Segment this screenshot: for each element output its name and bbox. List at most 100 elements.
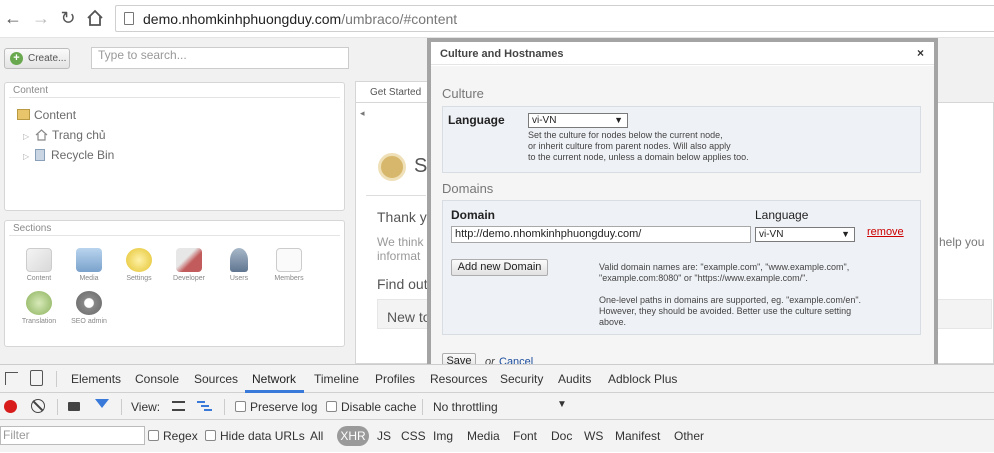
filter-xhr[interactable]: XHR bbox=[337, 426, 369, 446]
hint-line: to the current node, unless a domain bel… bbox=[528, 152, 749, 162]
scroll-left-icon[interactable]: ◂ bbox=[360, 108, 365, 119]
tree-label: Content bbox=[34, 108, 77, 122]
section-label: Settings bbox=[126, 275, 152, 282]
close-icon[interactable]: × bbox=[917, 46, 924, 60]
filter-other[interactable]: Other bbox=[674, 429, 704, 443]
tree-item-trang-chu[interactable]: ▷ Trang chủ bbox=[23, 128, 106, 142]
filter-js[interactable]: JS bbox=[377, 429, 391, 443]
tree-item-recycle-bin[interactable]: ▷ Recycle Bin bbox=[23, 148, 114, 162]
content-tree-panel: Content Content ▷ Trang chủ ▷ Recycle Bin bbox=[4, 82, 345, 211]
hide-data-urls-checkbox[interactable] bbox=[205, 430, 216, 441]
disable-cache-checkbox[interactable] bbox=[326, 401, 337, 412]
network-filterbar: Filter Regex Hide data URLs All XHR JS C… bbox=[0, 420, 994, 453]
search-input[interactable]: Type to search... bbox=[91, 47, 349, 69]
tab-profiles[interactable]: Profiles bbox=[375, 372, 415, 386]
culture-fieldset: Language vi-VN ▼ Set the culture for nod… bbox=[442, 106, 921, 173]
expand-arrow-icon[interactable]: ▷ bbox=[23, 152, 31, 161]
hint-line: One-level paths in domains are supported… bbox=[599, 295, 862, 305]
tab-resources[interactable]: Resources bbox=[430, 372, 487, 386]
domains-heading: Domains bbox=[442, 181, 494, 196]
domain-hint: Valid domain names are: "example.com", "… bbox=[599, 262, 861, 328]
content-section-icon bbox=[26, 248, 52, 272]
expand-arrow-icon[interactable]: ▷ bbox=[23, 132, 31, 141]
settings-section-icon bbox=[126, 248, 152, 272]
hint-line: above. bbox=[599, 317, 627, 327]
section-label: Content bbox=[26, 275, 52, 282]
record-icon[interactable] bbox=[4, 400, 17, 413]
regex-label: Regex bbox=[163, 429, 198, 443]
tab-sources[interactable]: Sources bbox=[194, 372, 238, 386]
section-members[interactable]: Members bbox=[266, 248, 312, 282]
section-developer[interactable]: Developer bbox=[166, 248, 212, 282]
filter-manifest[interactable]: Manifest bbox=[615, 429, 660, 443]
hide-data-urls-label: Hide data URLs bbox=[220, 429, 305, 443]
dashboard-text: New to bbox=[387, 309, 431, 325]
members-section-icon bbox=[276, 248, 302, 272]
tab-security[interactable]: Security bbox=[500, 372, 543, 386]
camera-icon[interactable] bbox=[68, 402, 80, 411]
clear-icon[interactable] bbox=[31, 399, 45, 413]
filter-media[interactable]: Media bbox=[467, 429, 500, 443]
filter-img[interactable]: Img bbox=[433, 429, 453, 443]
chevron-down-icon: ▼ bbox=[841, 229, 850, 239]
chevron-down-icon[interactable]: ▼ bbox=[557, 399, 567, 410]
view-label: View: bbox=[131, 400, 161, 414]
url-host: demo.nhomkinhphuongduy.com bbox=[143, 11, 342, 27]
tab-audits[interactable]: Audits bbox=[558, 372, 591, 386]
section-label: Media bbox=[79, 275, 99, 282]
filter-doc[interactable]: Doc bbox=[551, 429, 572, 443]
section-users[interactable]: Users bbox=[216, 248, 262, 282]
forward-arrow-icon[interactable]: → bbox=[30, 7, 52, 29]
section-media[interactable]: Media bbox=[66, 248, 112, 282]
tab-get-started[interactable]: Get Started bbox=[355, 81, 435, 103]
tree-item-content[interactable]: Content bbox=[17, 108, 76, 122]
section-seo-admin[interactable]: SEO admin bbox=[66, 291, 112, 325]
filter-ws[interactable]: WS bbox=[584, 429, 603, 443]
tree-label: Recycle Bin bbox=[51, 148, 115, 162]
list-view-icon[interactable] bbox=[172, 401, 185, 411]
select-value: vi-VN bbox=[532, 115, 557, 126]
inspect-element-icon[interactable] bbox=[5, 372, 18, 385]
recycle-bin-icon bbox=[35, 149, 45, 161]
section-settings[interactable]: Settings bbox=[116, 248, 162, 282]
content-panel-title: Content bbox=[13, 85, 49, 96]
regex-checkbox[interactable] bbox=[148, 430, 159, 441]
waterfall-view-icon[interactable] bbox=[197, 401, 212, 411]
filter-icon[interactable] bbox=[95, 399, 109, 408]
add-new-domain-button[interactable]: Add new Domain bbox=[451, 259, 548, 276]
preserve-log-checkbox[interactable] bbox=[235, 401, 246, 412]
dashboard-text: Thank y bbox=[377, 209, 427, 225]
filter-input[interactable]: Filter bbox=[0, 426, 145, 445]
address-bar[interactable]: demo.nhomkinhphuongduy.com/umbraco/#cont… bbox=[115, 5, 994, 32]
hint-line: However, they should be avoided. Better … bbox=[599, 306, 852, 316]
tab-adblock-plus[interactable]: Adblock Plus bbox=[608, 372, 677, 386]
filter-all[interactable]: All bbox=[310, 429, 323, 443]
culture-language-select[interactable]: vi-VN ▼ bbox=[528, 113, 628, 128]
tab-elements[interactable]: Elements bbox=[71, 372, 121, 386]
home-icon[interactable] bbox=[84, 7, 106, 29]
developer-section-icon bbox=[176, 248, 202, 272]
back-arrow-icon[interactable]: ← bbox=[2, 7, 24, 29]
select-value: vi-VN bbox=[759, 229, 784, 240]
domain-language-select[interactable]: vi-VN ▼ bbox=[755, 227, 855, 242]
devtools-panel: Elements Console Sources Network Timelin… bbox=[0, 364, 994, 452]
device-mode-icon[interactable] bbox=[30, 370, 43, 386]
tab-network[interactable]: Network bbox=[252, 372, 296, 386]
sections-panel: Sections Content Media Settings Develope… bbox=[4, 220, 345, 347]
remove-domain-link[interactable]: remove bbox=[867, 226, 904, 238]
cancel-link[interactable]: Cancel bbox=[499, 356, 533, 364]
tab-timeline[interactable]: Timeline bbox=[314, 372, 359, 386]
domain-input[interactable]: http://demo.nhomkinhphuongduy.com/ bbox=[451, 226, 751, 243]
tab-console[interactable]: Console bbox=[135, 372, 179, 386]
dashboard-text: informat bbox=[377, 249, 421, 263]
filter-font[interactable]: Font bbox=[513, 429, 537, 443]
culture-hint: Set the culture for nodes below the curr… bbox=[528, 130, 749, 163]
create-button[interactable]: + Create... bbox=[4, 48, 70, 69]
throttling-select[interactable]: No throttling bbox=[433, 400, 498, 414]
save-button[interactable]: Save bbox=[442, 353, 476, 364]
section-translation[interactable]: Translation bbox=[16, 291, 62, 325]
reload-icon[interactable]: ↻ bbox=[57, 7, 79, 29]
sections-panel-title: Sections bbox=[13, 223, 52, 234]
filter-css[interactable]: CSS bbox=[401, 429, 426, 443]
section-content[interactable]: Content bbox=[16, 248, 62, 282]
